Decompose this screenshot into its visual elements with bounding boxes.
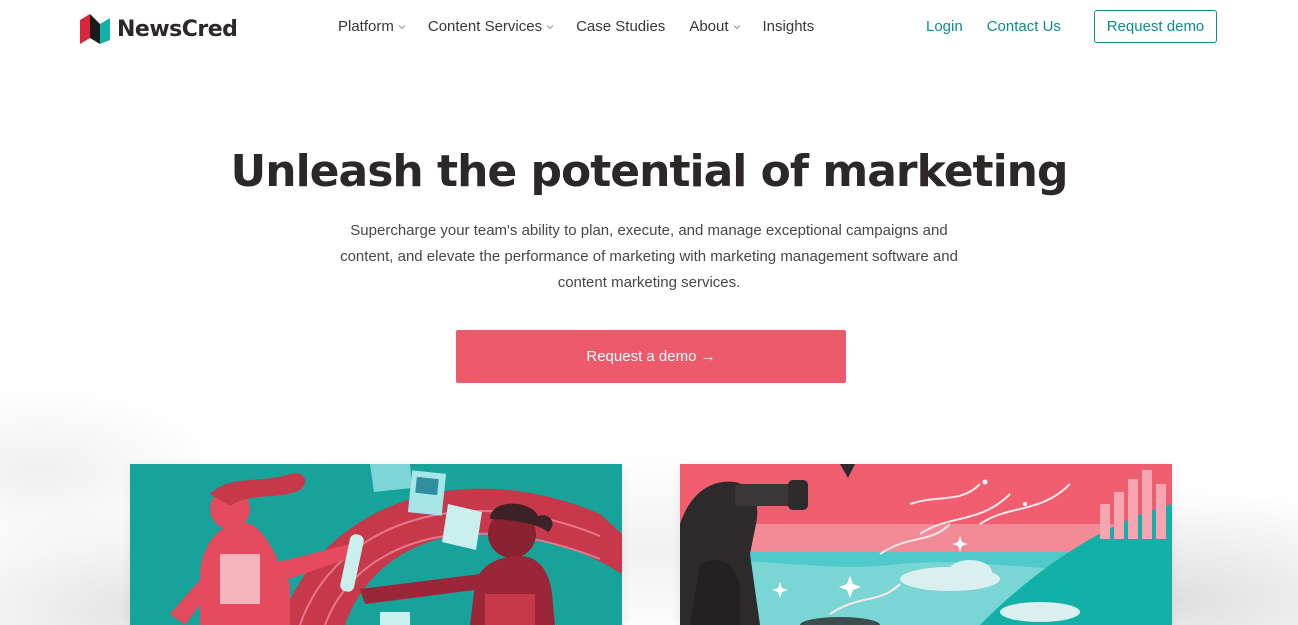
nav-item-label: Case Studies [576, 18, 666, 35]
contact-us-link[interactable]: Contact Us [987, 18, 1061, 35]
nav-item-insights[interactable]: Insights [763, 18, 815, 35]
logo[interactable]: NewsCred [80, 14, 238, 44]
nav-item-label: Insights [762, 18, 815, 35]
illustration-relay-runners [130, 464, 622, 625]
hero-subtitle: Supercharge your team's ability to plan,… [340, 222, 958, 291]
chevron-down-icon [398, 24, 406, 29]
nav-item-platform[interactable]: Platform [338, 18, 406, 35]
nav-item-about[interactable]: About [689, 18, 740, 35]
request-demo-button[interactable]: Request demo [1094, 10, 1217, 43]
relay-runners-image [130, 464, 622, 625]
nav-item-label: Platform [338, 18, 394, 35]
hero-title: Unleash the potential of marketing [230, 146, 1069, 197]
chevron-down-icon [546, 24, 554, 29]
nav-item-content-services[interactable]: Content Services [428, 18, 554, 35]
telescope-vision-image [680, 464, 1172, 625]
illustration-telescope-vision [680, 464, 1172, 625]
top-navigation: NewsCred Platform Content Services Case … [0, 0, 1298, 58]
nav-item-label: Content Services [427, 18, 543, 35]
account-links: Login Contact Us [926, 18, 1085, 35]
chevron-down-icon [733, 24, 740, 29]
nav-item-case-studies[interactable]: Case Studies [576, 18, 665, 35]
logo-text: NewsCred [117, 16, 238, 42]
login-link[interactable]: Login [926, 18, 963, 35]
newscred-logo-icon [80, 14, 110, 44]
request-a-demo-button[interactable]: Request a demo → [456, 330, 846, 383]
nav-item-label: About [689, 18, 729, 35]
main-menu: Platform Content Services Case Studies A… [338, 18, 838, 35]
